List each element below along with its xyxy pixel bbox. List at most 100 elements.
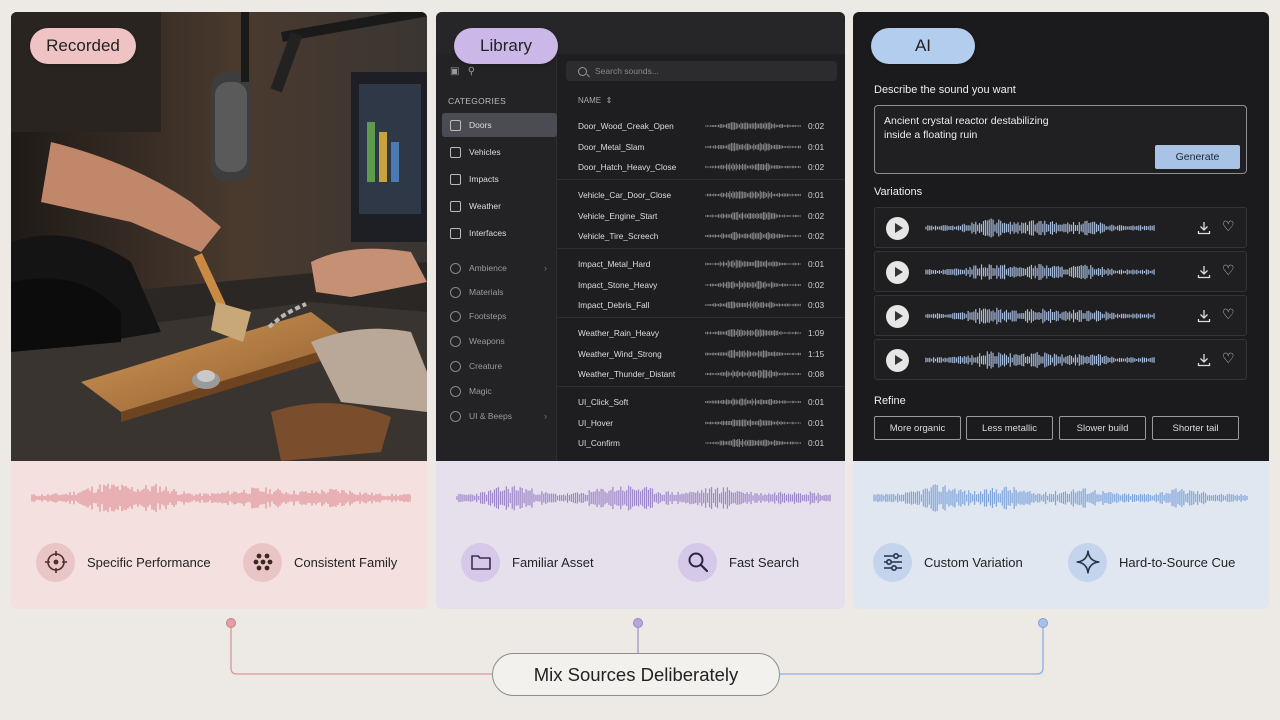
sound-name: Impact_Stone_Heavy xyxy=(578,279,658,290)
refine-option-button[interactable]: More organic xyxy=(874,416,961,440)
foley-scene-illustration xyxy=(11,12,427,461)
sound-waveform xyxy=(705,301,801,309)
variation-waveform xyxy=(925,218,1155,238)
sidebar-item-label: Vehicles xyxy=(469,147,501,157)
sidebar-item-label: Creature xyxy=(469,361,503,371)
sidebar-item-label: Materials xyxy=(469,287,504,297)
feature-fast-search: Fast Search xyxy=(678,542,799,582)
sound-waveform xyxy=(705,280,801,289)
sound-row[interactable]: UI_Hover 0:01 xyxy=(557,413,845,433)
download-icon[interactable] xyxy=(1197,309,1211,323)
sidebar-item-magic[interactable]: Magic xyxy=(442,379,557,403)
sound-row[interactable]: UI_Click_Soft 0:01 xyxy=(557,392,845,412)
download-icon[interactable] xyxy=(1197,221,1211,235)
library-tag-label: Library xyxy=(480,36,532,55)
library-app-window: ▣ ⚲ CATEGORIES Doors Vehicles Impacts Weath… xyxy=(436,12,845,461)
sound-waveform xyxy=(705,142,801,151)
sound-row[interactable]: Vehicle_Car_Door_Close 0:01 xyxy=(557,185,845,205)
heart-icon[interactable]: ♡ xyxy=(1222,219,1235,233)
sound-row[interactable]: Vehicle_Tire_Screech 0:02 xyxy=(557,226,845,246)
category-icon xyxy=(450,119,461,131)
sidebar-item-label: Interfaces xyxy=(469,228,507,238)
name-column-header[interactable]: NAME ⇕ xyxy=(578,96,612,105)
sidebar-item-vehicles[interactable]: Vehicles xyxy=(442,140,557,164)
sidebar-item-impacts[interactable]: Impacts xyxy=(442,167,557,191)
play-button[interactable] xyxy=(886,217,909,240)
sidebar-toolbar-icons[interactable]: ▣ ⚲ xyxy=(450,66,475,77)
refine-option-button[interactable]: Less metallic xyxy=(966,416,1053,440)
sidebar-item-ambience[interactable]: Ambience › xyxy=(442,256,557,280)
sidebar-item-label: Footsteps xyxy=(469,311,507,321)
sound-row[interactable]: Door_Metal_Slam 0:01 xyxy=(557,137,845,157)
sound-duration: 0:02 xyxy=(808,279,825,290)
category-icon xyxy=(450,385,461,397)
heart-icon[interactable]: ♡ xyxy=(1222,307,1235,321)
sound-name: Weather_Wind_Strong xyxy=(578,348,662,359)
variation-waveform xyxy=(925,263,1155,281)
variation-row: ♡ xyxy=(874,207,1247,248)
crosshair-icon xyxy=(36,542,75,582)
sound-name: UI_Hover xyxy=(578,417,614,428)
feature-specific-performance: Specific Performance xyxy=(36,542,211,582)
refine-option-button[interactable]: Slower build xyxy=(1059,416,1146,440)
sidebar-item-weapons[interactable]: Weapons xyxy=(442,329,557,353)
sound-name: Vehicle_Tire_Screech xyxy=(578,231,659,241)
sidebar-item-doors[interactable]: Doors xyxy=(442,113,557,137)
sound-row[interactable]: Weather_Thunder_Distant 0:08 xyxy=(557,364,845,384)
sound-row[interactable]: Door_Hatch_Heavy_Close 0:02 xyxy=(557,157,845,177)
recorded-tag: Recorded xyxy=(30,28,136,64)
sound-row[interactable]: Impact_Debris_Fall 0:03 xyxy=(557,295,845,315)
sidebar-item-ui-beeps[interactable]: UI & Beeps › xyxy=(442,404,557,428)
feature-hard-to-source-cue: Hard-to-Source Cue xyxy=(1068,542,1235,582)
sound-row[interactable]: UI_Confirm 0:01 xyxy=(557,433,845,453)
foley-recording-photo xyxy=(11,12,427,461)
sidebar-item-weather[interactable]: Weather xyxy=(442,194,557,218)
variation-row: ♡ xyxy=(874,251,1247,292)
sound-row[interactable]: Vehicle_Engine_Start 0:02 xyxy=(557,206,845,226)
feature-consistent-family: Consistent Family xyxy=(243,542,397,582)
mix-sources-label: Mix Sources Deliberately xyxy=(533,663,739,685)
download-icon[interactable] xyxy=(1197,265,1211,279)
group-divider xyxy=(557,248,845,249)
sound-name: Vehicle_Car_Door_Close xyxy=(578,190,672,200)
sound-row[interactable]: Weather_Wind_Strong 1:15 xyxy=(557,344,845,364)
sidebar-item-creature[interactable]: Creature xyxy=(442,354,557,378)
ai-tag-label: AI xyxy=(914,36,932,55)
refine-option-button[interactable]: Shorter tail xyxy=(1152,416,1239,440)
sound-duration: 0:08 xyxy=(808,369,825,379)
sound-duration: 0:01 xyxy=(808,190,825,200)
generate-button[interactable]: Generate xyxy=(1155,145,1240,169)
variations-label: Variations xyxy=(874,186,923,198)
feature-label: Fast Search xyxy=(729,554,800,570)
sidebar-item-footsteps[interactable]: Footsteps xyxy=(442,304,557,328)
search-input[interactable]: Search sounds... xyxy=(566,61,837,81)
play-button[interactable] xyxy=(886,349,909,372)
sound-duration: 0:01 xyxy=(808,438,825,448)
chevron-right-icon: › xyxy=(544,411,547,421)
prompt-textarea[interactable]: Ancient crystal reactor destabilizing in… xyxy=(874,105,1247,174)
category-icon xyxy=(450,262,461,274)
name-header-label: NAME xyxy=(578,96,602,105)
refine-label: Refine xyxy=(874,395,906,407)
folder-icon xyxy=(461,542,500,582)
library-connector-dot xyxy=(633,618,643,628)
category-icon xyxy=(450,227,461,239)
sound-row[interactable]: Impact_Metal_Hard 0:01 xyxy=(557,254,845,274)
sound-name: UI_Confirm xyxy=(578,438,620,448)
sidebar-item-interfaces[interactable]: Interfaces xyxy=(442,221,557,245)
heart-icon[interactable]: ♡ xyxy=(1222,351,1235,365)
category-icon xyxy=(450,310,461,322)
sound-duration: 0:03 xyxy=(808,300,825,310)
sound-row[interactable]: Weather_Rain_Heavy 1:09 xyxy=(557,323,845,343)
sidebar-item-materials[interactable]: Materials xyxy=(442,280,557,304)
heart-icon[interactable]: ♡ xyxy=(1222,263,1235,277)
play-button[interactable] xyxy=(886,261,909,284)
sound-row[interactable]: Door_Wood_Creak_Open 0:02 xyxy=(557,116,845,136)
sound-duration: 0:02 xyxy=(808,162,825,172)
ai-tag: AI xyxy=(871,28,975,64)
category-icon xyxy=(450,360,461,372)
sound-row[interactable]: Impact_Stone_Heavy 0:02 xyxy=(557,275,845,295)
play-button[interactable] xyxy=(886,305,909,328)
feature-label: Familiar Asset xyxy=(512,554,594,570)
download-icon[interactable] xyxy=(1197,353,1211,367)
